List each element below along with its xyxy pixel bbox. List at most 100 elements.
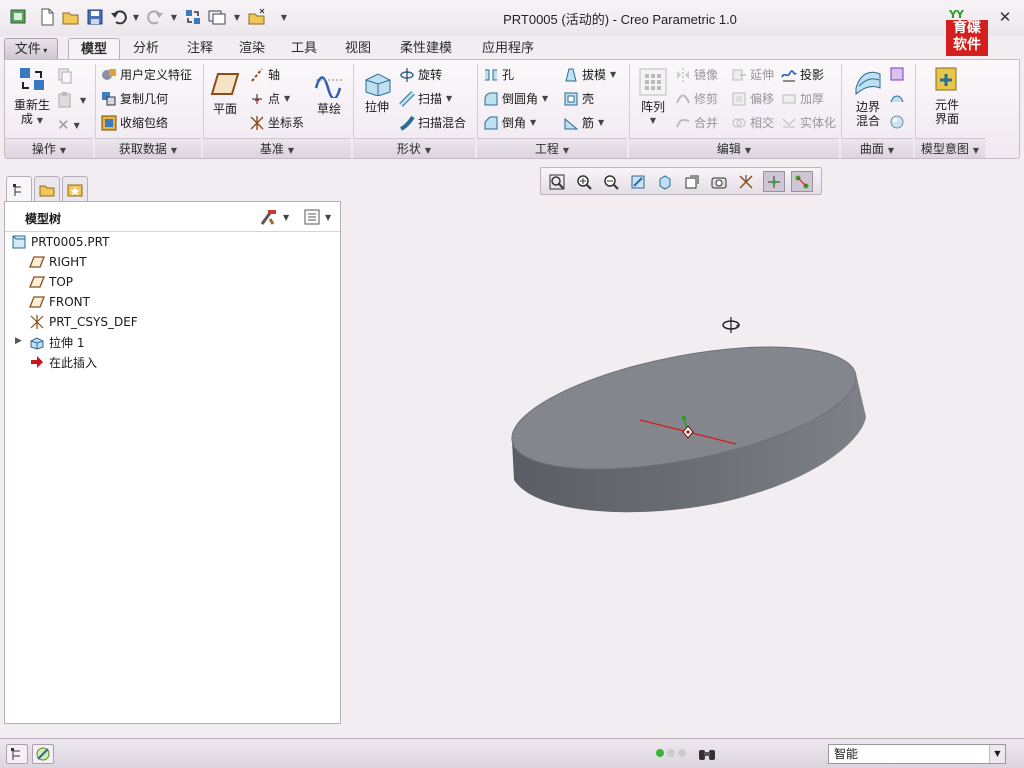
sweep-button[interactable]: 扫描 ▼ <box>399 90 452 107</box>
undo-dropdown-icon[interactable]: ▼ <box>132 8 140 26</box>
group-editing[interactable]: 编辑 ▼ <box>629 138 839 158</box>
pattern-button[interactable]: 阵列 ▼ <box>633 68 673 128</box>
round-button[interactable]: 倒圆角 ▼ <box>483 90 548 107</box>
tree-item-csys[interactable]: PRT_CSYS_DEF <box>29 313 138 331</box>
group-surfaces[interactable]: 曲面 ▼ <box>841 138 913 158</box>
rib-button[interactable]: 筋 ▼ <box>563 114 604 131</box>
paste-button[interactable]: ▼ <box>57 92 86 108</box>
selection-filter-select[interactable]: 智能 ▼ <box>828 744 1006 764</box>
extruded-disc-model[interactable] <box>500 340 880 530</box>
draft-button[interactable]: 拔模 ▼ <box>563 66 616 83</box>
customize-toolbar-icon[interactable]: ▼ <box>280 8 288 26</box>
tab-render[interactable]: 渲染 <box>230 38 274 60</box>
tab-tools[interactable]: 工具 <box>282 38 326 60</box>
mirror-button[interactable]: 镜像 <box>675 66 718 83</box>
regenerate-quick-icon[interactable] <box>184 8 202 26</box>
solidify-button[interactable]: 实体化 <box>781 114 836 131</box>
tree-settings-button[interactable]: ▼ <box>259 208 289 226</box>
thicken-button[interactable]: 加厚 <box>781 90 824 107</box>
trim-icon <box>676 94 690 103</box>
group-engineering[interactable]: 工程 ▼ <box>477 138 627 158</box>
new-file-icon[interactable] <box>38 8 56 26</box>
revolve-icon <box>400 67 414 82</box>
datum-plane-button[interactable]: 平面 <box>207 70 243 116</box>
tab-applications[interactable]: 应用程序 <box>474 38 542 60</box>
app-icon[interactable] <box>10 8 28 26</box>
save-icon[interactable] <box>86 8 104 26</box>
open-folder-icon[interactable] <box>62 8 80 26</box>
intersect-button[interactable]: 相交 <box>731 114 774 131</box>
expand-arrow-icon[interactable]: ▶ <box>15 336 22 346</box>
windows-icon[interactable] <box>208 8 226 26</box>
tree-item-extrude[interactable]: 拉伸 1 <box>29 333 84 351</box>
component-interface-button[interactable]: 元件 界面 <box>923 66 971 126</box>
tree-item-right[interactable]: RIGHT <box>29 253 87 271</box>
paste-icon <box>58 92 71 108</box>
group-get-data[interactable]: 获取数据 ▼ <box>95 138 201 158</box>
extend-button[interactable]: 延伸 <box>731 66 774 83</box>
group-model-intent[interactable]: 模型意图 ▼ <box>915 138 985 158</box>
tab-flexible-modeling[interactable]: 柔性建模 <box>392 38 460 60</box>
tab-model[interactable]: 模型 <box>68 38 120 60</box>
freestyle-sphere-icon[interactable] <box>889 114 908 130</box>
extrude-icon <box>30 337 44 350</box>
fill-surface-icon[interactable] <box>889 66 908 82</box>
tab-file[interactable]: 文件 ▾ <box>4 38 58 60</box>
extrude-button[interactable]: 拉伸 <box>359 68 395 114</box>
favorites-tab-icon[interactable] <box>62 176 88 202</box>
chamfer-button[interactable]: 倒角 ▼ <box>483 114 536 131</box>
merge-icon <box>676 118 690 127</box>
group-shapes[interactable]: 形状 ▼ <box>353 138 475 158</box>
tree-item-front[interactable]: FRONT <box>29 293 90 311</box>
status-bar: 智能 ▼ <box>0 738 1024 768</box>
tab-analysis[interactable]: 分析 <box>124 38 168 60</box>
undo-icon[interactable] <box>110 8 128 26</box>
boundary-blend-button[interactable]: 边界 混合 <box>845 68 891 128</box>
datum-axis-button[interactable]: 轴 <box>249 66 280 83</box>
user-defined-feature-button[interactable]: 用户定义特征 <box>101 66 192 83</box>
toggle-navigator-icon[interactable] <box>6 744 28 764</box>
group-datum[interactable]: 基准 ▼ <box>203 138 351 158</box>
shell-button[interactable]: 壳 <box>563 90 594 107</box>
shrinkwrap-button[interactable]: 收缩包络 <box>101 114 168 131</box>
tab-annotate[interactable]: 注释 <box>178 38 222 60</box>
tab-view[interactable]: 视图 <box>336 38 380 60</box>
datum-plane-icon <box>29 296 45 308</box>
ribbon-tabs: 文件 ▾ 模型 分析 注释 渲染 工具 视图 柔性建模 应用程序 ? <box>0 36 1024 90</box>
style-surface-icon[interactable] <box>889 90 908 106</box>
tree-item-part[interactable]: PRT0005.PRT <box>11 233 109 251</box>
toggle-browser-icon[interactable] <box>32 744 54 764</box>
trim-button[interactable]: 修剪 <box>675 90 718 107</box>
copy-geometry-button[interactable]: 复制几何 <box>101 90 168 107</box>
folder-browser-tab-icon[interactable] <box>34 176 60 202</box>
point-icon <box>252 93 262 104</box>
redo-dropdown-icon[interactable]: ▼ <box>170 8 178 26</box>
sketch-button[interactable]: 草绘 <box>309 70 349 116</box>
project-button[interactable]: 投影 <box>781 66 824 83</box>
merge-button[interactable]: 合并 <box>675 114 718 131</box>
delete-button[interactable]: ✕ ▼ <box>57 116 80 134</box>
find-icon[interactable] <box>696 744 718 764</box>
redo-icon[interactable] <box>146 8 164 26</box>
tree-item-top[interactable]: TOP <box>29 273 73 291</box>
model-tree-tab-icon[interactable] <box>6 176 32 202</box>
swept-blend-button[interactable]: 扫描混合 <box>399 114 466 131</box>
coordinate-system-button[interactable]: 坐标系 <box>249 114 304 131</box>
hole-icon <box>485 69 497 80</box>
window-title: PRT0005 (活动的) - Creo Parametric 1.0 <box>503 12 737 27</box>
regenerate-button[interactable]: 重新生 成 ▼ <box>9 66 55 128</box>
group-operations[interactable]: 操作 ▼ <box>5 138 93 158</box>
tree-show-button[interactable]: ▼ <box>303 208 331 226</box>
close-icon[interactable]: ✕ <box>995 8 1015 26</box>
hole-button[interactable]: 孔 <box>483 66 514 83</box>
revolve-button[interactable]: 旋转 <box>399 66 442 83</box>
datum-point-button[interactable]: 点 ▼ <box>249 90 290 107</box>
tree-item-insert-here[interactable]: 在此插入 <box>29 353 97 371</box>
copy-icon[interactable] <box>57 68 76 84</box>
windows-dropdown-icon[interactable]: ▼ <box>233 8 241 26</box>
close-window-icon[interactable] <box>248 8 266 26</box>
thicken-icon <box>782 94 796 103</box>
offset-button[interactable]: 偏移 <box>731 90 774 107</box>
csys-icon <box>250 115 264 130</box>
delete-icon: ✕ <box>57 116 70 134</box>
